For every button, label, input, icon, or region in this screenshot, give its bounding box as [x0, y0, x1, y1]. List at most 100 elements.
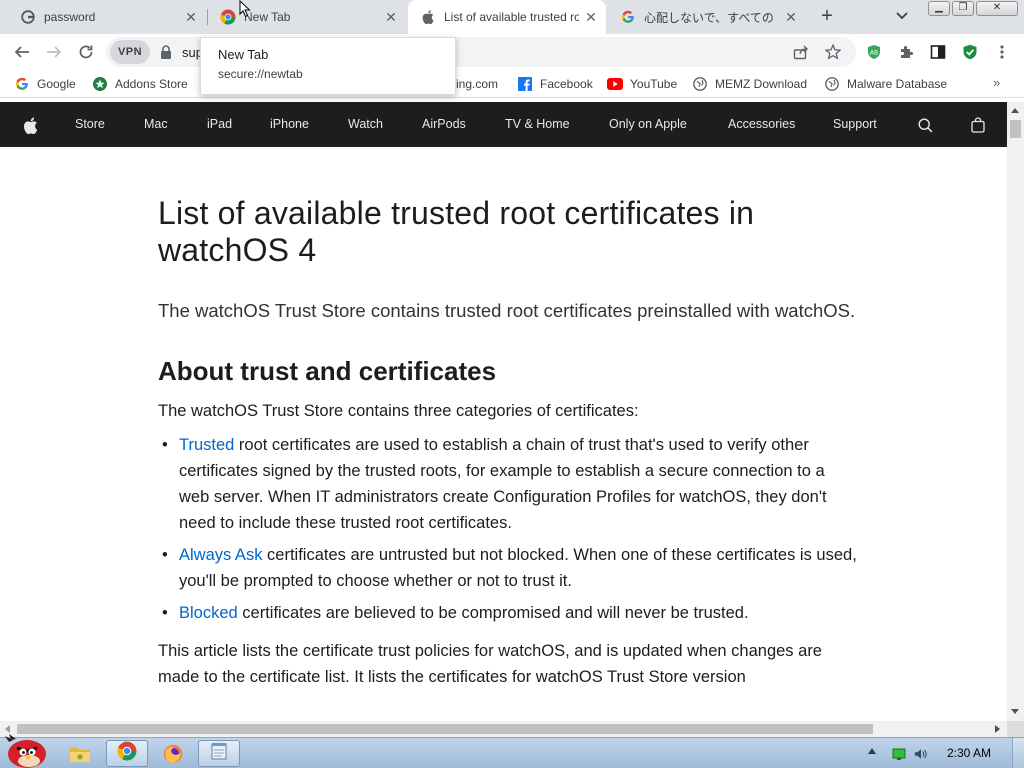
google-icon: [14, 76, 30, 92]
new-tab-button[interactable]: +: [815, 5, 839, 29]
globe-icon: [692, 76, 708, 92]
nav-item-ipad[interactable]: iPad: [207, 102, 232, 147]
bullet: •: [162, 436, 168, 454]
chevron-down-icon[interactable]: [895, 8, 915, 26]
page-content: List of available trusted root certifica…: [0, 147, 1007, 723]
share-icon[interactable]: [792, 43, 810, 61]
shield-icon[interactable]: [961, 43, 979, 61]
close-icon[interactable]: ✕: [184, 10, 198, 24]
taskbar-clock[interactable]: 2:30 AM: [947, 746, 991, 760]
reload-button[interactable]: [74, 40, 98, 64]
bookmark-memz-download[interactable]: MEMZ Download: [692, 75, 807, 93]
back-button[interactable]: [10, 40, 34, 64]
bookmark-label: Malware Database: [847, 77, 948, 91]
tab-hover-tooltip: New Tab secure://newtab: [200, 37, 456, 95]
bookmark-addons-store[interactable]: Addons Store: [92, 75, 188, 93]
facebook-icon: [517, 76, 533, 92]
bookmark-label: Facebook: [540, 77, 593, 91]
bookmarks-overflow-button[interactable]: »: [993, 75, 1000, 90]
list-item: • Trusted root certificates are used to e…: [158, 432, 858, 536]
show-desktop-button[interactable]: [1012, 738, 1024, 768]
always-ask-link[interactable]: Always Ask: [179, 546, 262, 564]
vpn-badge[interactable]: VPN: [110, 40, 150, 64]
search-icon[interactable]: [916, 116, 934, 134]
windows-taskbar: 2:30 AM: [0, 734, 1024, 768]
adblock-extension-icon[interactable]: AB: [865, 43, 883, 61]
google-icon: [620, 9, 636, 25]
tab-password[interactable]: password ✕: [8, 0, 206, 34]
close-window-button[interactable]: ✕: [976, 1, 1018, 16]
taskbar-chrome-button[interactable]: [106, 740, 148, 767]
bookmark-malware-database[interactable]: Malware Database: [824, 75, 947, 93]
list-item: • Blocked certificates are believed to be…: [158, 600, 858, 626]
svg-text:AB: AB: [870, 50, 878, 57]
tab-trusted-certificates[interactable]: List of available trusted ro ✕: [408, 0, 606, 34]
scroll-down-arrow-icon[interactable]: [1011, 709, 1019, 714]
show-hidden-icons-arrow-icon[interactable]: [868, 748, 876, 754]
scroll-right-arrow-icon[interactable]: [995, 725, 1000, 733]
restore-button[interactable]: ❐: [952, 1, 974, 16]
close-icon[interactable]: ✕: [584, 10, 598, 24]
tab-japanese-search[interactable]: 心配しないで、すべての ✕: [608, 0, 806, 34]
nav-item-tv-home[interactable]: TV & Home: [505, 102, 570, 147]
side-panel-icon[interactable]: [929, 43, 947, 61]
tab-title: 心配しないで、すべての: [644, 10, 774, 25]
addons-store-icon: [92, 76, 108, 92]
horizontal-scroll-thumb[interactable]: [17, 724, 873, 734]
page-title: List of available trusted root certifica…: [158, 195, 755, 268]
tab-title: password: [44, 10, 96, 24]
chrome-icon: [117, 741, 137, 766]
vertical-scrollbar[interactable]: [1007, 102, 1024, 723]
certificate-categories-list: • Trusted root certificates are used to e…: [158, 432, 858, 626]
bookmark-google[interactable]: Google: [14, 75, 76, 93]
taskbar-notepad-button[interactable]: [198, 740, 240, 767]
nav-item-airpods[interactable]: AirPods: [422, 102, 466, 147]
nav-item-watch[interactable]: Watch: [348, 102, 383, 147]
close-icon[interactable]: ✕: [784, 10, 798, 24]
bookmark-label: ing.com: [456, 77, 499, 91]
tab-new-tab[interactable]: New Tab ✕: [208, 0, 406, 34]
article: List of available trusted root certifica…: [158, 195, 858, 698]
forward-button[interactable]: [42, 40, 66, 64]
tab-strip: password ✕ New Tab ✕ List of available t…: [0, 0, 1024, 34]
scroll-up-arrow-icon[interactable]: [1011, 108, 1019, 113]
shopping-bag-icon[interactable]: [969, 116, 987, 134]
apple-global-nav: Store Mac iPad iPhone Watch AirPods TV &…: [0, 102, 1007, 147]
vertical-scroll-thumb[interactable]: [1010, 120, 1021, 138]
close-icon[interactable]: ✕: [384, 10, 398, 24]
nav-item-support[interactable]: Support: [833, 102, 877, 147]
nav-item-accessories[interactable]: Accessories: [728, 102, 795, 147]
bookmark-label: Addons Store: [115, 77, 188, 91]
bookmark-ing[interactable]: ing.com: [456, 75, 498, 93]
puzzle-icon[interactable]: [897, 43, 915, 61]
angry-birds-start-icon[interactable]: [2, 732, 50, 768]
bookmark-youtube[interactable]: YouTube: [607, 75, 677, 93]
list-item-text: certificates are untrusted but not block…: [179, 546, 857, 590]
menu-icon[interactable]: [993, 43, 1011, 61]
nav-item-only-on-apple[interactable]: Only on Apple: [609, 102, 687, 147]
nav-item-mac[interactable]: Mac: [144, 102, 168, 147]
apple-logo-icon[interactable]: [21, 116, 39, 134]
google-icon: [20, 9, 36, 25]
lock-icon[interactable]: [160, 45, 172, 59]
bullet: •: [162, 546, 168, 564]
blocked-link[interactable]: Blocked: [179, 604, 238, 622]
network-icon[interactable]: [892, 747, 906, 761]
bookmark-label: YouTube: [630, 77, 678, 91]
horizontal-scrollbar[interactable]: [0, 721, 1007, 737]
bookmarks-bar: Google Addons Store ing.com Facebook You…: [0, 70, 1024, 98]
trusted-link[interactable]: Trusted: [179, 436, 234, 454]
volume-icon[interactable]: [914, 747, 928, 761]
bookmark-facebook[interactable]: Facebook: [517, 75, 593, 93]
tooltip-url: secure://newtab: [218, 67, 303, 81]
nav-item-iphone[interactable]: iPhone: [270, 102, 309, 147]
explorer-folder-icon[interactable]: [59, 740, 101, 767]
chrome-icon: [220, 9, 236, 25]
youtube-icon: [607, 76, 623, 92]
article-paragraph: This article lists the certificate trust…: [158, 642, 822, 686]
star-icon[interactable]: [824, 43, 842, 61]
firefox-icon[interactable]: [152, 740, 194, 767]
article-lead: The watchOS Trust Store contains trusted…: [158, 300, 856, 321]
nav-item-store[interactable]: Store: [75, 102, 105, 147]
minimize-button[interactable]: ▁: [928, 1, 950, 16]
